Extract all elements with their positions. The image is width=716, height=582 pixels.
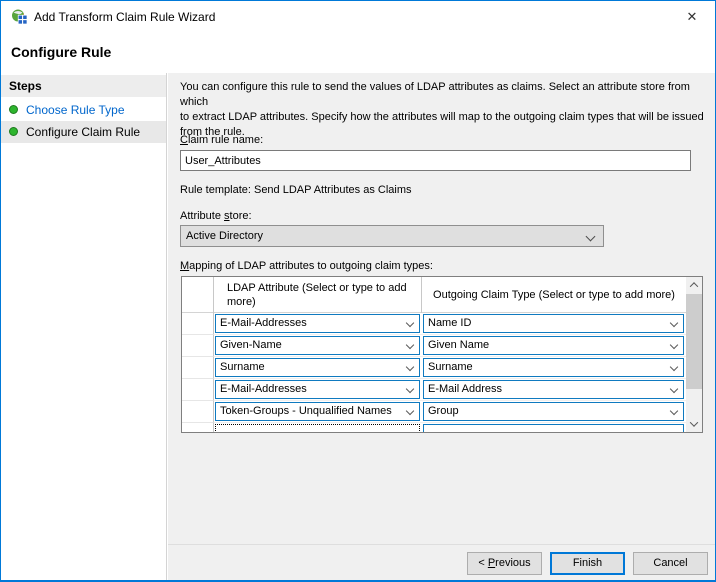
dropdown-value: Token-Groups - Unqualified Names	[220, 405, 392, 417]
chevron-down-icon	[670, 363, 678, 371]
step-label: Choose Rule Type	[26, 103, 125, 117]
claim-rule-name-label: Claim rule name:	[180, 134, 263, 146]
steps-sidebar: Steps Choose Rule Type Configure Claim R…	[1, 73, 167, 581]
rule-template-text: Rule template: Send LDAP Attributes as C…	[180, 184, 412, 196]
step-label: Configure Claim Rule	[26, 125, 140, 139]
chevron-down-icon	[670, 385, 678, 393]
dropdown-value: Given-Name	[220, 339, 282, 351]
chevron-down-icon	[670, 407, 678, 415]
page-title: Configure Rule	[11, 44, 111, 60]
previous-button[interactable]: < Previous	[467, 552, 542, 575]
chevron-down-icon	[406, 385, 414, 393]
chevron-down-icon	[586, 232, 596, 242]
chevron-down-icon	[406, 407, 414, 415]
row-selector-cell[interactable]	[182, 357, 214, 379]
sidebar-item-configure-claim-rule[interactable]: Configure Claim Rule	[1, 121, 166, 143]
step-bullet-icon	[9, 127, 18, 136]
table-row: Token-Groups - Unqualified Names Group	[182, 401, 686, 423]
scrollbar-down-button[interactable]	[686, 416, 702, 432]
scrollbar-up-button[interactable]	[686, 277, 702, 293]
chevron-down-icon	[670, 341, 678, 349]
outgoing-claim-dropdown[interactable]: Name ID	[423, 314, 684, 333]
outgoing-claim-dropdown[interactable]: Given Name	[423, 336, 684, 355]
ldap-attribute-dropdown[interactable]: Given-Name	[215, 336, 420, 355]
cancel-button[interactable]: Cancel	[633, 552, 708, 575]
outgoing-claim-dropdown[interactable]: Surname	[423, 358, 684, 377]
row-selector-cell[interactable]	[182, 335, 214, 357]
scrollbar-thumb[interactable]	[686, 294, 702, 389]
table-row: E-Mail-Addresses Name ID	[182, 313, 686, 335]
dropdown-value: E-Mail-Addresses	[220, 383, 307, 395]
chevron-down-icon	[406, 341, 414, 349]
attribute-store-value: Active Directory	[186, 230, 263, 242]
mapping-table: LDAP Attribute (Select or type to add mo…	[181, 276, 703, 433]
description-line: You can configure this rule to send the …	[180, 80, 708, 110]
description-text: You can configure this rule to send the …	[180, 80, 708, 140]
button-bar: < Previous Finish Cancel	[168, 544, 715, 581]
adfs-wizard-icon	[11, 8, 28, 25]
finish-button[interactable]: Finish	[550, 552, 625, 575]
ldap-attribute-dropdown[interactable]: Surname	[215, 358, 420, 377]
dropdown-value: Given Name	[428, 339, 489, 351]
ldap-attribute-dropdown[interactable]: E-Mail-Addresses	[215, 314, 420, 333]
steps-header: Steps	[1, 75, 166, 97]
chevron-down-icon	[690, 418, 698, 426]
dropdown-value: Surname	[220, 361, 265, 373]
wizard-window: Add Transform Claim Rule Wizard ✕ Config…	[0, 0, 716, 582]
table-row: Surname Surname	[182, 357, 686, 379]
attribute-store-label: Attribute store:	[180, 210, 252, 222]
mapping-label: Mapping of LDAP attributes to outgoing c…	[180, 260, 433, 272]
window-title: Add Transform Claim Rule Wizard	[34, 10, 215, 24]
outgoing-claim-dropdown[interactable]: E-Mail Address	[423, 380, 684, 399]
row-selector-cell[interactable]	[182, 379, 214, 401]
chevron-down-icon	[670, 319, 678, 327]
ldap-attribute-column-header: LDAP Attribute (Select or type to add mo…	[214, 277, 422, 313]
table-header-row: LDAP Attribute (Select or type to add mo…	[182, 277, 686, 313]
sidebar-item-choose-rule-type[interactable]: Choose Rule Type	[1, 99, 166, 121]
outgoing-claim-column-header: Outgoing Claim Type (Select or type to a…	[422, 277, 686, 313]
row-selector-cell[interactable]	[182, 401, 214, 423]
outgoing-claim-dropdown[interactable]	[423, 424, 684, 433]
row-selector-cell[interactable]	[182, 423, 214, 433]
table-scrollbar[interactable]	[686, 277, 702, 432]
close-icon[interactable]: ✕	[682, 7, 702, 27]
table-row: Given-Name Given Name	[182, 335, 686, 357]
claim-rule-name-input[interactable]	[180, 150, 691, 171]
dropdown-value: Group	[428, 405, 459, 417]
step-bullet-icon	[9, 105, 18, 114]
chevron-down-icon	[406, 363, 414, 371]
ldap-attribute-dropdown[interactable]: E-Mail-Addresses	[215, 380, 420, 399]
table-row: E-Mail-Addresses E-Mail Address	[182, 379, 686, 401]
row-selector-cell[interactable]	[182, 313, 214, 335]
attribute-store-dropdown[interactable]: Active Directory	[180, 225, 604, 247]
title-bar: Add Transform Claim Rule Wizard ✕	[1, 1, 715, 32]
main-panel: You can configure this rule to send the …	[168, 73, 715, 544]
outgoing-claim-dropdown[interactable]: Group	[423, 402, 684, 421]
dropdown-value: E-Mail Address	[428, 383, 502, 395]
chevron-up-icon	[690, 282, 698, 290]
chevron-down-icon	[406, 319, 414, 327]
table-row-empty	[182, 423, 686, 433]
header-selector-cell	[182, 277, 214, 313]
ldap-attribute-dropdown[interactable]: Token-Groups - Unqualified Names	[215, 402, 420, 421]
dropdown-value: E-Mail-Addresses	[220, 317, 307, 329]
dropdown-value: Name ID	[428, 317, 471, 329]
banner: Configure Rule	[1, 32, 715, 73]
description-line: to extract LDAP attributes. Specify how …	[180, 110, 708, 125]
dropdown-value: Surname	[428, 361, 473, 373]
ldap-attribute-dropdown[interactable]	[215, 424, 420, 433]
